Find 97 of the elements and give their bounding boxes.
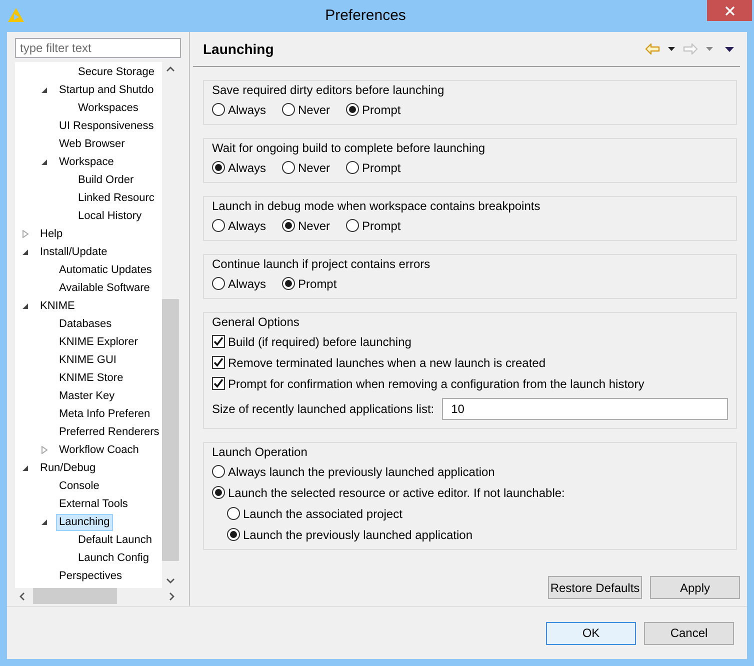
tree-item[interactable]: Preferred Renderers — [56, 424, 162, 440]
radio-button[interactable] — [227, 528, 240, 541]
checkbox[interactable] — [212, 356, 225, 369]
restore-defaults-button[interactable]: Restore Defaults — [548, 576, 642, 599]
group-title: Save required dirty editors before launching — [212, 83, 446, 98]
radio-option[interactable]: Prompt — [282, 273, 337, 294]
radio-button[interactable] — [282, 103, 296, 116]
expanded-arrow-icon[interactable] — [41, 518, 48, 526]
ok-button[interactable]: OK — [546, 622, 636, 644]
radio-option[interactable]: Always — [212, 215, 266, 236]
tree-item[interactable]: Secure Storage — [75, 64, 158, 80]
scroll-up-icon[interactable] — [166, 66, 175, 72]
radio-option[interactable]: Prompt — [346, 157, 401, 178]
filter-field[interactable]: type filter text — [15, 38, 181, 58]
expanded-arrow-icon[interactable] — [41, 158, 48, 166]
radio-button[interactable] — [212, 103, 225, 116]
close-icon — [724, 6, 734, 16]
radio-button[interactable] — [212, 465, 225, 478]
tree-item[interactable]: Linked Resourc — [75, 190, 158, 206]
tree-item[interactable]: Web Browser — [56, 136, 128, 152]
expanded-arrow-icon[interactable] — [22, 248, 29, 256]
scroll-left-icon[interactable] — [19, 592, 25, 600]
close-button[interactable] — [707, 0, 752, 21]
tree-item[interactable]: Console — [56, 478, 102, 494]
radio-button[interactable] — [346, 161, 360, 174]
tree-item[interactable]: KNIME Store — [56, 370, 126, 386]
tree-item[interactable]: Run/Debug — [37, 460, 99, 476]
tree-item[interactable]: Workspace — [56, 154, 117, 170]
radio-button[interactable] — [282, 161, 296, 174]
tree-item[interactable]: Workflow Coach — [56, 442, 142, 458]
radio-option[interactable]: Always — [212, 157, 266, 178]
radio-button[interactable] — [346, 219, 360, 232]
radio-option[interactable]: Never — [282, 215, 330, 236]
checkbox-option[interactable]: Build (if required) before launching — [212, 331, 728, 352]
tree-item[interactable]: KNIME — [37, 298, 78, 314]
view-menu-icon[interactable] — [725, 46, 734, 52]
scroll-right-icon[interactable] — [169, 592, 175, 600]
tree-item[interactable]: Perspectives — [56, 568, 125, 584]
radio-button[interactable] — [212, 277, 225, 290]
radio-option[interactable]: Prompt — [346, 215, 401, 236]
app-icon — [8, 8, 24, 22]
radio-button[interactable] — [212, 161, 225, 174]
tree-item[interactable]: Workspaces — [75, 100, 142, 116]
radio-option[interactable]: Always launch the previously launched application — [212, 461, 495, 482]
radio-button[interactable] — [212, 486, 225, 499]
expanded-arrow-icon[interactable] — [41, 86, 48, 94]
radio-option[interactable]: Launch the associated project — [227, 503, 402, 524]
checkbox-option[interactable]: Remove terminated launches when a new launch is created — [212, 352, 728, 373]
radio-option[interactable]: Always — [212, 273, 266, 294]
tree-item[interactable]: Help — [37, 226, 66, 242]
tree-item[interactable]: KNIME GUI — [56, 352, 120, 368]
scrollbar-thumb[interactable] — [162, 299, 179, 561]
tree-item[interactable]: Available Software — [56, 280, 153, 296]
group-title: Wait for ongoing build to complete before launching — [212, 141, 488, 156]
group-title: General Options — [212, 315, 302, 330]
radio-button[interactable] — [282, 277, 296, 290]
tree-item[interactable]: Startup and Shutdo — [56, 82, 157, 98]
tree-item[interactable]: Meta Info Preferen — [56, 406, 154, 422]
scroll-down-icon[interactable] — [166, 578, 175, 584]
expanded-arrow-icon[interactable] — [22, 464, 29, 472]
cancel-button[interactable]: Cancel — [644, 622, 734, 644]
tree-item[interactable]: UI Responsiveness — [56, 118, 157, 134]
checkbox-option[interactable]: Prompt for confirmation when removing a configuration from the launch history — [212, 373, 728, 394]
tree-item[interactable]: Build Order — [75, 172, 137, 188]
tree-item[interactable]: Databases — [56, 316, 115, 332]
tree-item[interactable]: Local History — [75, 208, 145, 224]
expanded-arrow-icon[interactable] — [22, 302, 29, 310]
tree-item[interactable]: Automatic Updates — [56, 262, 155, 278]
radio-button[interactable] — [212, 219, 225, 232]
checkbox[interactable] — [212, 377, 225, 390]
group-title: Continue launch if project contains errors — [212, 257, 432, 272]
radio-option[interactable]: Never — [282, 99, 330, 120]
radio-option[interactable]: Always — [212, 99, 266, 120]
page-title: Launching — [203, 40, 275, 59]
radio-option[interactable]: Launch the selected resource or active editor. If not launchable: — [212, 482, 565, 503]
tree-item[interactable]: Launching — [56, 514, 113, 530]
tree-item[interactable]: Launch Config — [75, 550, 152, 566]
scrollbar-thumb[interactable] — [33, 588, 117, 604]
checkbox[interactable] — [212, 335, 225, 348]
radio-button[interactable] — [346, 103, 360, 116]
size-field[interactable]: 10 — [442, 398, 728, 420]
radio-option[interactable]: Launch the previously launched application — [227, 524, 472, 545]
tree-item[interactable]: External Tools — [56, 496, 131, 512]
field-label: Size of recently launched applications list: — [212, 401, 434, 418]
radio-option[interactable]: Prompt — [346, 99, 401, 120]
radio-option[interactable]: Never — [282, 157, 330, 178]
tree-item[interactable]: KNIME Explorer — [56, 334, 141, 350]
caret-icon[interactable] — [668, 47, 675, 51]
radio-button[interactable] — [227, 507, 240, 520]
apply-button[interactable]: Apply — [650, 576, 740, 599]
window-title: Preferences — [324, 6, 407, 26]
group-title: Launch in debug mode when workspace contains breakpoints — [212, 199, 542, 214]
tree-item[interactable]: Master Key — [56, 388, 118, 404]
group-title: Launch Operation — [212, 445, 310, 460]
tree-item[interactable]: Default Launch — [75, 532, 155, 548]
tree-item[interactable]: Install/Update — [37, 244, 110, 260]
radio-button[interactable] — [282, 219, 296, 232]
